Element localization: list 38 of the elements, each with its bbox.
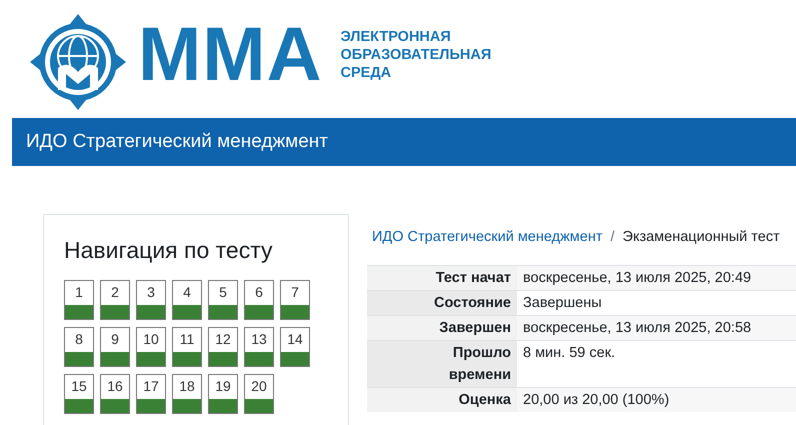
row-label: Оценка <box>458 390 511 410</box>
breadcrumb-current: Экзаменационный тест <box>622 229 780 245</box>
question-button[interactable]: 9 <box>100 326 130 366</box>
question-button[interactable]: 1 <box>64 280 94 320</box>
row-label: Тест начат <box>436 268 511 288</box>
breadcrumb-separator: / <box>610 229 615 245</box>
question-button[interactable]: 18 <box>172 374 202 414</box>
logo-wordmark: ММА <box>138 17 323 93</box>
row-value: 8 мин. 59 сек. <box>523 344 616 361</box>
row-value: 20,00 из 20,00 (100%) <box>523 392 670 408</box>
question-button[interactable]: 8 <box>64 326 94 366</box>
card-title: Навигация по тесту <box>64 236 274 265</box>
breadcrumb-link[interactable]: ИДО Стратегический менеджмент <box>372 229 602 245</box>
row-label: Состояние <box>434 294 511 313</box>
question-button[interactable]: 2 <box>100 280 130 320</box>
question-button[interactable]: 10 <box>136 326 166 366</box>
question-button[interactable]: 3 <box>136 280 166 320</box>
row-label: Завершен <box>439 318 511 338</box>
question-button[interactable]: 11 <box>172 326 202 366</box>
question-button[interactable]: 19 <box>208 374 238 414</box>
logo-emblem-icon <box>28 12 128 112</box>
question-button[interactable]: 4 <box>172 280 202 320</box>
row-label: Прошло времени <box>448 344 511 385</box>
logo-tagline: ЭЛЕКТРОННАЯ ОБРАЗОВАТЕЛЬНАЯ СРЕДА <box>340 28 492 82</box>
question-button[interactable]: 7 <box>280 280 310 320</box>
row-value: Завершены <box>523 294 602 311</box>
row-value: воскресенье, 13 июля 2025, 20:49 <box>523 270 752 286</box>
course-title: ИДО Стратегический менеджмент <box>26 130 328 154</box>
question-button[interactable]: 15 <box>64 374 94 414</box>
row-value: воскресенье, 13 июля 2025, 20:58 <box>523 320 752 336</box>
question-button[interactable]: 5 <box>208 280 238 320</box>
question-button[interactable]: 6 <box>244 280 274 320</box>
question-button[interactable]: 20 <box>244 374 274 414</box>
question-button[interactable]: 13 <box>244 326 274 366</box>
question-button[interactable]: 12 <box>208 326 238 366</box>
question-button[interactable]: 16 <box>100 374 130 414</box>
question-button[interactable]: 14 <box>280 326 310 366</box>
question-button[interactable]: 17 <box>136 374 166 414</box>
